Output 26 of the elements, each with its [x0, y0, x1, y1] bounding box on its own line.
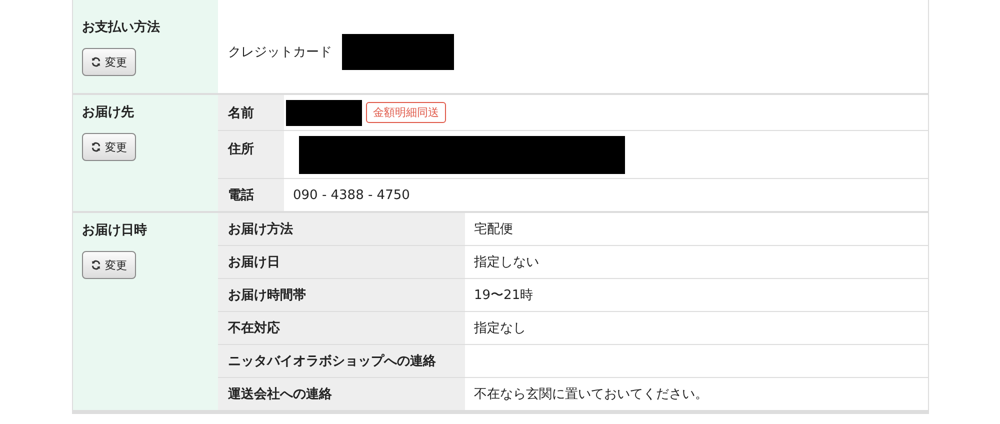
- section-heading: お支払い方法: [82, 18, 161, 36]
- field-label: 電話: [218, 179, 284, 211]
- field-value: 指定なし: [474, 320, 526, 337]
- refresh-icon: [91, 142, 101, 152]
- field-value: 指定しない: [474, 254, 539, 271]
- payment-method: クレジットカード: [228, 44, 332, 60]
- section-heading: お届け日時: [82, 222, 148, 239]
- field-value: 090 - 4388 - 4750: [293, 188, 410, 202]
- field-label: お届け時間帯: [218, 279, 465, 311]
- field-label: 名前: [218, 95, 284, 130]
- field-label: ニッタバイオラボショップへの連絡: [218, 345, 465, 377]
- field-value: 宅配便: [474, 221, 513, 238]
- refresh-icon: [91, 57, 101, 67]
- field-label: お届け日: [218, 246, 465, 278]
- field-value: 不在なら玄関に置いておいてください。: [474, 386, 708, 403]
- field-label: 住所: [218, 131, 284, 178]
- change-button[interactable]: 変更: [82, 251, 136, 279]
- change-button[interactable]: 変更: [82, 48, 136, 76]
- field-label: 運送会社への連絡: [218, 378, 465, 410]
- change-button[interactable]: 変更: [82, 133, 136, 161]
- refresh-icon: [91, 260, 101, 270]
- section-heading: お届け先: [82, 104, 135, 121]
- field-label: 不在対応: [218, 312, 465, 344]
- notice-badge: 金額明細同送: [366, 102, 446, 123]
- field-label: お届け方法: [218, 213, 465, 245]
- field-value: 19〜21時: [474, 287, 534, 304]
